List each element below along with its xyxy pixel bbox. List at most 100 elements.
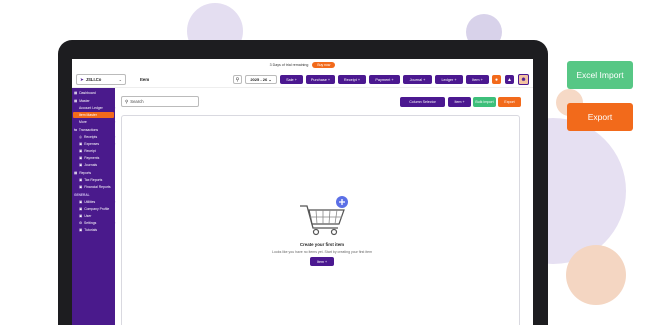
sidebar-item-dashboard[interactable]: ▦ Dashboard (74, 91, 96, 95)
chevron-right-icon: › (114, 120, 116, 124)
tools-icon: ▣ (79, 200, 83, 204)
financial-year-selector[interactable]: 2025 - 26 ⌄ (245, 75, 277, 84)
buy-now-button[interactable]: Buy now (312, 61, 336, 68)
marketing-stage: 3 Days of trial remaining Buy now ➤ JSLI… (0, 0, 647, 325)
sidebar-item-utilities[interactable]: ▣ Utilities › (79, 200, 116, 204)
search-icon: ⚲ (125, 98, 129, 104)
sidebar-item-expenses[interactable]: ▣ Expenses › (79, 142, 116, 146)
rocket-icon: ➤ (80, 76, 84, 82)
sidebar: ▦ Dashboard ▦ Master Account Ledger › Item … (72, 88, 116, 325)
sidebar-item-label: Receipt (84, 149, 96, 153)
quick-sale-button[interactable]: Sale + (280, 75, 303, 84)
user-icon: ▣ (79, 214, 83, 218)
sidebar-item-journals[interactable]: ▣ Journals (79, 163, 97, 167)
folder-icon: ▦ (74, 99, 78, 103)
sidebar-item-company-profile[interactable]: ▣ Company Profile (79, 207, 109, 211)
sidebar-item-label: Item Master (79, 113, 97, 117)
quick-receipt-button[interactable]: Receipt + (338, 75, 366, 84)
quick-purchase-button[interactable]: Purchase + (306, 75, 335, 84)
sidebar-item-more[interactable]: More › (79, 120, 116, 124)
sidebar-item-label: Dashboard (79, 91, 96, 95)
chevron-right-icon: › (114, 200, 116, 204)
document-icon: ▣ (79, 149, 83, 153)
avatar[interactable]: ☻ (518, 74, 529, 85)
sidebar-section-general: GENERAL (74, 193, 90, 197)
report-icon: ▣ (79, 185, 83, 189)
empty-state-subtitle: Looks like you have no items yet. Start … (272, 250, 372, 254)
swap-icon: ⇆ (74, 128, 77, 132)
main-content: ⚲ Search Column Selector Item + Bulk Imp… (121, 95, 522, 325)
video-icon: ▣ (79, 228, 83, 232)
sidebar-item-tax-reports[interactable]: ▣ Tax Reports (79, 178, 102, 182)
sidebar-item-label: Financial Reports (84, 185, 111, 189)
export-button[interactable]: Export (498, 97, 521, 107)
sidebar-item-label: Company Profile (84, 207, 110, 211)
column-selector-button[interactable]: Column Selector (400, 97, 445, 107)
empty-state: Create your first item Looks like you ha… (242, 194, 402, 266)
sidebar-item-item-master[interactable]: Item Master (73, 112, 114, 118)
sidebar-item-label: Tutorials (84, 228, 98, 232)
quick-payment-button[interactable]: Payment + (369, 75, 400, 84)
sidebar-item-label: Utilities (84, 200, 96, 204)
decor-circle (566, 245, 626, 305)
trial-text: 3 Days of trial remaining (269, 62, 309, 67)
sidebar-item-reports[interactable]: ▦ Reports (74, 171, 91, 175)
chevron-right-icon: › (114, 106, 116, 110)
create-item-button[interactable]: Item + (310, 257, 334, 266)
sidebar-item-payments[interactable]: ▣ Payments (79, 156, 99, 160)
sidebar-item-label: Expenses (84, 142, 100, 146)
quick-journal-button[interactable]: Journal + (403, 75, 432, 84)
grid-icon: ▦ (74, 91, 78, 95)
search-input[interactable]: ⚲ Search (121, 96, 199, 107)
card-icon: ▣ (79, 156, 83, 160)
bulk-import-button[interactable]: Bulk Import (473, 97, 496, 107)
sidebar-item-account-ledger[interactable]: Account Ledger › (79, 106, 116, 110)
sidebar-item-financial-reports[interactable]: ▣ Financial Reports (79, 185, 111, 189)
sidebar-item-user[interactable]: ▣ User (79, 214, 91, 218)
company-name: JSLI.Co (85, 77, 102, 82)
year-value: 2025 - 26 (250, 77, 268, 82)
sidebar-item-settings[interactable]: ⚙ Settings › (79, 221, 116, 225)
user-icon[interactable]: ● (492, 75, 501, 84)
chart-icon: ▦ (74, 171, 78, 175)
company-selector[interactable]: ➤ JSLI.Co ⌄ (76, 74, 126, 85)
quick-ledger-button[interactable]: Ledger + (435, 75, 463, 84)
chevron-right-icon: › (114, 221, 116, 225)
sidebar-item-label: Payments (84, 156, 100, 160)
app-screen: 3 Days of trial remaining Buy now ➤ JSLI… (72, 59, 533, 325)
sidebar-item-receipt[interactable]: ▣ Receipt (79, 149, 96, 153)
tax-icon: ▣ (79, 178, 83, 182)
export-side-button[interactable]: Export (567, 103, 633, 131)
book-icon: ▣ (79, 163, 83, 167)
sidebar-item-label: Transactions (78, 128, 99, 132)
sidebar-item-tutorials[interactable]: ▣ Tutorials (79, 228, 97, 232)
bell-icon[interactable]: ▲ (505, 75, 514, 84)
chevron-right-icon: › (114, 135, 116, 139)
sidebar-item-label: More (79, 120, 87, 124)
shopping-cart-icon (300, 196, 348, 236)
sidebar-item-master[interactable]: ▦ Master (74, 99, 113, 103)
receipt-icon: ◎ (79, 135, 82, 139)
sidebar-item-label: Master (79, 99, 90, 103)
gear-icon: ⚙ (79, 221, 83, 225)
add-item-button[interactable]: Item + (448, 97, 471, 107)
sidebar-item-label: Receipts (83, 135, 98, 139)
excel-import-button[interactable]: Excel Import (567, 61, 633, 89)
sidebar-item-label: Account Ledger (79, 106, 103, 110)
page-title: Item (140, 77, 150, 82)
top-bar: ➤ JSLI.Co ⌄ Item ⚲ 2025 - 26 ⌄ Sale + Pu… (72, 72, 533, 88)
wallet-icon: ▣ (79, 142, 83, 146)
chevron-down-icon: ⌄ (118, 77, 122, 82)
empty-state-title: Create your first item (299, 242, 345, 247)
search-placeholder: Search (130, 99, 144, 104)
trial-banner: 3 Days of trial remaining Buy now (72, 59, 533, 70)
sidebar-item-label: Settings (84, 221, 97, 225)
quick-item-button[interactable]: Item + (466, 75, 489, 84)
sidebar-item-label: Reports (79, 171, 92, 175)
sidebar-item-label: Tax Reports (84, 178, 103, 182)
sidebar-item-receipts[interactable]: ◎ Receipts › (79, 135, 116, 139)
sidebar-item-label: Journals (84, 163, 98, 167)
search-icon[interactable]: ⚲ (233, 75, 242, 84)
sidebar-item-label: User (84, 214, 92, 218)
sidebar-item-transactions[interactable]: ⇆ Transactions (74, 128, 98, 132)
